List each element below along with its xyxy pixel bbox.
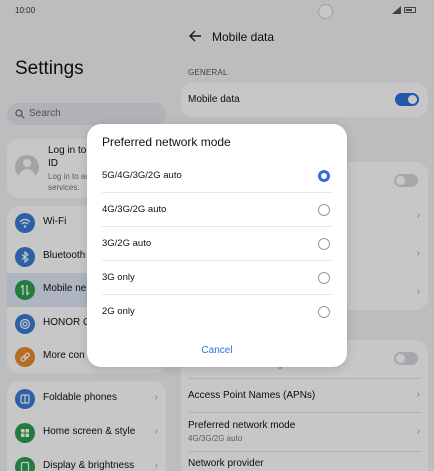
- option-3g-only[interactable]: 3G only: [87, 261, 347, 295]
- option-label: 2G only: [102, 306, 135, 317]
- preferred-network-dialog: Preferred network mode 5G/4G/3G/2G auto …: [87, 124, 347, 367]
- option-5g-4g-3g-2g-auto[interactable]: 5G/4G/3G/2G auto: [87, 159, 347, 193]
- radio-button[interactable]: [318, 306, 330, 318]
- option-label: 5G/4G/3G/2G auto: [102, 170, 182, 181]
- option-label: 3G only: [102, 272, 135, 283]
- option-3g-2g-auto[interactable]: 3G/2G auto: [87, 227, 347, 261]
- option-4g-3g-2g-auto[interactable]: 4G/3G/2G auto: [87, 193, 347, 227]
- option-label: 4G/3G/2G auto: [102, 204, 167, 215]
- radio-button[interactable]: [318, 238, 330, 250]
- screen: 10:00 Settings Search Log in to ID Log i…: [0, 0, 434, 471]
- radio-button[interactable]: [318, 272, 330, 284]
- option-2g-only[interactable]: 2G only: [87, 295, 347, 329]
- cancel-button[interactable]: Cancel: [177, 340, 257, 360]
- radio-button-selected[interactable]: [318, 170, 330, 182]
- option-label: 3G/2G auto: [102, 238, 152, 249]
- dialog-title: Preferred network mode: [102, 135, 231, 149]
- radio-button[interactable]: [318, 204, 330, 216]
